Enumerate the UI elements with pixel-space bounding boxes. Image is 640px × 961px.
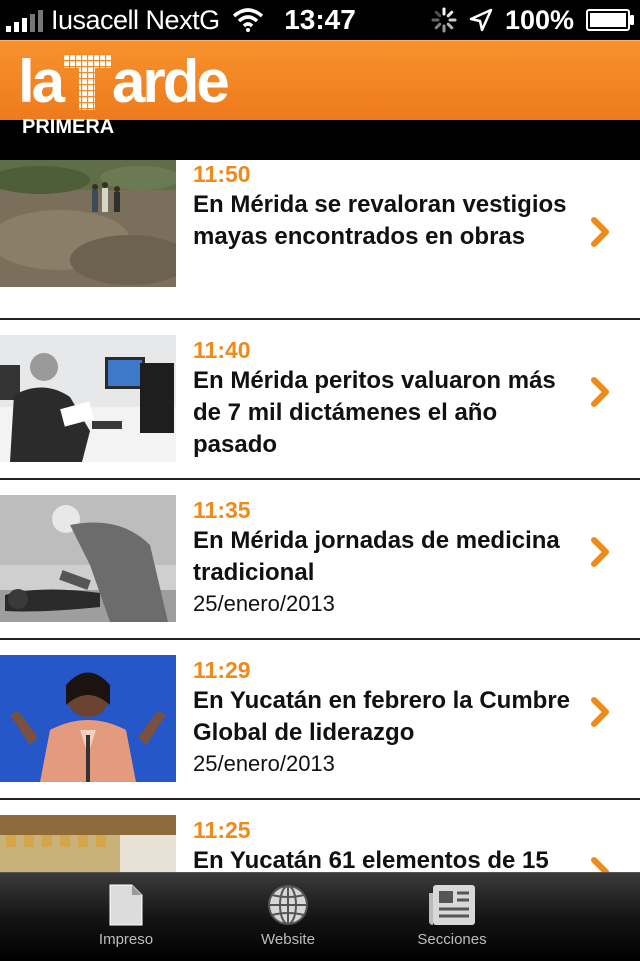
chevron-right-icon xyxy=(591,377,609,407)
tab-label: Secciones xyxy=(417,931,487,948)
news-thumbnail xyxy=(0,815,176,872)
news-thumbnail xyxy=(0,495,176,622)
news-item[interactable]: 11:29 En Yucatán en febrero la Cumbre Gl… xyxy=(0,640,640,800)
la-tarde-logo[interactable]: la arde xyxy=(18,47,230,117)
tab-website[interactable]: Website xyxy=(213,873,363,961)
tab-label: Website xyxy=(261,931,315,948)
tab-impreso[interactable]: Impreso xyxy=(51,873,201,961)
news-time: 11:35 xyxy=(193,497,251,523)
status-right: 100% xyxy=(431,0,634,40)
news-time: 11:25 xyxy=(193,817,251,843)
news-time: 11:50 xyxy=(193,161,251,187)
tab-secciones[interactable]: Secciones xyxy=(377,873,527,961)
news-time: 11:40 xyxy=(193,337,251,363)
battery-percent: 100% xyxy=(504,4,574,35)
news-title: En Mérida jornadas de medicina tradicion… xyxy=(193,527,560,586)
news-text: 11:50 En Mérida se revaloran vestigios m… xyxy=(193,160,580,253)
app-header: la arde xyxy=(0,40,640,121)
logo-t-grid-icon xyxy=(63,54,112,110)
location-arrow-icon xyxy=(469,8,493,32)
news-title: En Yucatán 61 elementos de 15 corporacio… xyxy=(193,847,549,872)
chevron-right-icon xyxy=(591,537,609,567)
news-item[interactable]: 11:25 En Yucatán 61 elementos de 15 corp… xyxy=(0,800,640,872)
news-item[interactable]: 11:50 En Mérida se revaloran vestigios m… xyxy=(0,160,640,320)
news-item[interactable]: 11:40 En Mérida peritos valuaron más de … xyxy=(0,320,640,480)
section-title: PRIMERA xyxy=(22,116,115,138)
news-thumbnail xyxy=(0,160,176,287)
news-text: 11:35 En Mérida jornadas de medicina tra… xyxy=(193,480,580,619)
section-bar: PRIMERA xyxy=(0,116,640,160)
status-bar: Iusacell NextG 13:47 100% xyxy=(0,0,640,40)
chevron-right-icon xyxy=(591,217,609,247)
news-title: En Mérida se revaloran vestigios mayas e… xyxy=(193,191,567,250)
news-text: 11:40 En Mérida peritos valuaron más de … xyxy=(193,320,580,461)
globe-icon xyxy=(268,885,308,925)
news-item[interactable]: 11:35 En Mérida jornadas de medicina tra… xyxy=(0,480,640,640)
news-text: 11:29 En Yucatán en febrero la Cumbre Gl… xyxy=(193,640,580,779)
logo-text-right: arde xyxy=(112,48,230,115)
news-thumbnail xyxy=(0,655,176,782)
chevron-right-icon xyxy=(591,857,609,872)
document-icon xyxy=(109,884,143,926)
activity-spinner-icon xyxy=(431,7,457,33)
news-title: En Yucatán en febrero la Cumbre Global d… xyxy=(193,687,571,746)
news-title: En Mérida peritos valuaron más de 7 mil … xyxy=(193,367,556,458)
news-time: 11:29 xyxy=(193,657,251,683)
news-list[interactable]: 11:50 En Mérida se revaloran vestigios m… xyxy=(0,160,640,872)
news-thumbnail xyxy=(0,335,176,462)
chevron-right-icon xyxy=(591,697,609,727)
news-date: 25/enero/2013 xyxy=(193,751,335,776)
news-text: 11:25 En Yucatán 61 elementos de 15 corp… xyxy=(193,800,580,872)
tab-label: Impreso xyxy=(98,931,154,948)
news-date: 25/enero/2013 xyxy=(193,591,335,616)
battery-icon xyxy=(586,9,634,31)
tab-bar: Impreso Website Secciones xyxy=(0,872,640,961)
logo-text-left: la xyxy=(18,48,65,115)
newspaper-icon xyxy=(429,885,475,925)
